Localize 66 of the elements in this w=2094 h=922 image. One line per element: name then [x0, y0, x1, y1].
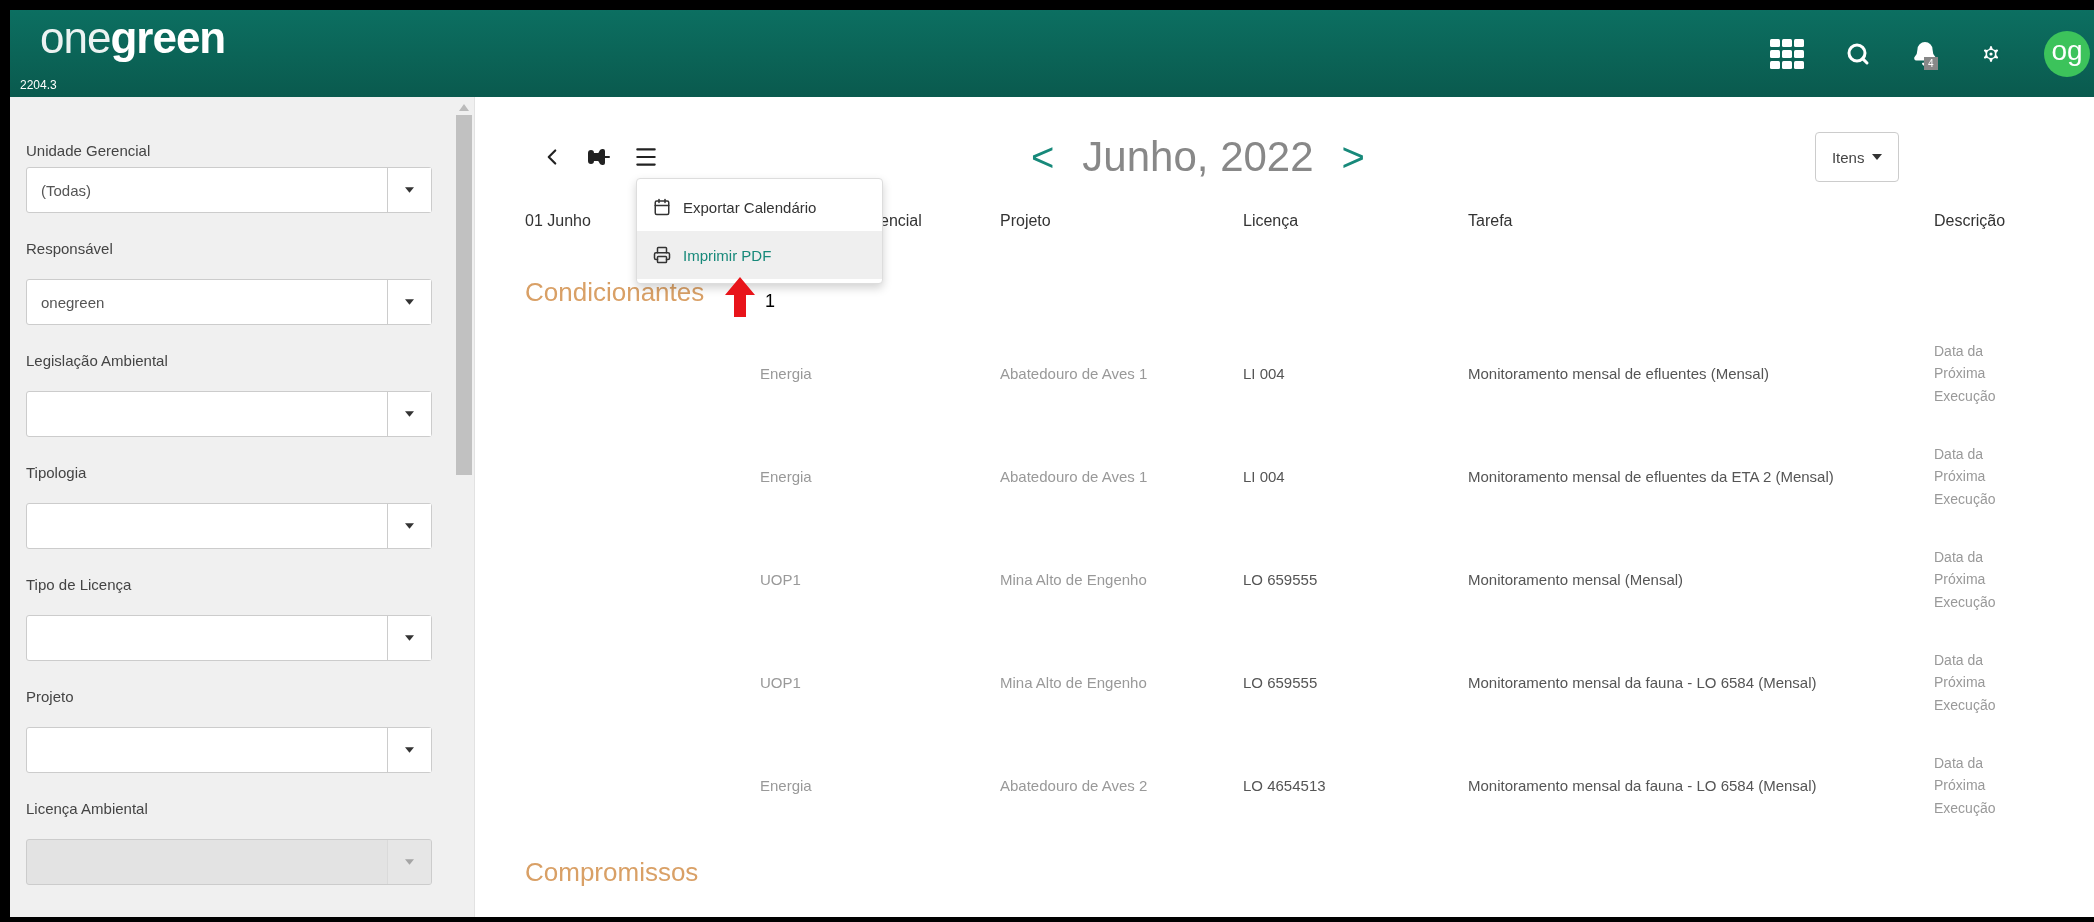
caret-icon — [387, 840, 431, 884]
table-cell-text: Abatedouro de Aves 2 — [1000, 775, 1149, 796]
filter-label: Legislação Ambiental — [26, 351, 169, 371]
table-cell-text: Monitoramento mensal (Mensal) — [1468, 569, 1685, 590]
table-cell-text: Data da Próxima Execução — [1934, 754, 1997, 818]
caret-icon — [387, 168, 431, 212]
filter-label: Responsável — [26, 239, 114, 259]
table-cell-text: Abatedouro de Aves 1 — [1000, 363, 1149, 384]
table-cell-text: Data da Próxima Execução — [1934, 651, 1997, 715]
table-cell-text: LI 004 — [1243, 363, 1286, 384]
caret-icon — [387, 616, 431, 660]
filter-label: Tipologia — [26, 463, 88, 483]
table-cell-text: Energia — [760, 363, 813, 384]
table-cell-text: Mina Alto de Engenho — [1000, 569, 1148, 590]
filter-dropdown[interactable]: (Todas) — [26, 167, 432, 213]
printer-icon — [653, 246, 671, 264]
filter-label: Unidade Gerencial — [26, 141, 152, 161]
caret-icon — [387, 504, 431, 548]
section-heading: Condicionantes — [525, 277, 705, 309]
table-cell-text: LO 4654513 — [1243, 775, 1327, 796]
table-cell-text: LO 659555 — [1243, 672, 1319, 693]
annotation-number: 1 — [765, 291, 775, 312]
table-cell-text: Monitoramento mensal de efluentes da ETA 2 (Mensal) — [1468, 466, 1835, 487]
menu-item[interactable]: Imprimir PDF — [637, 231, 882, 279]
scrollbar-thumb[interactable] — [456, 115, 472, 475]
menu-item-label: Exportar Calendário — [683, 198, 817, 216]
items-dropdown-button[interactable]: Itens — [1814, 132, 1900, 182]
section-heading: Compromissos — [525, 857, 699, 889]
table-cell-text: Monitoramento mensal da fauna - LO 6584 (Mensal) — [1468, 672, 1818, 693]
column-header: Projeto — [1000, 212, 1052, 230]
caret-icon — [1872, 154, 1883, 160]
version-label: 2204.3 — [20, 77, 58, 92]
apps-grid-icon[interactable] — [1770, 38, 1804, 69]
filter-label: Tipo de Licença — [26, 575, 133, 595]
table-cell-text: Energia — [760, 466, 813, 487]
table-cell-text: LO 659555 — [1243, 569, 1319, 590]
table-cell-text: UOP1 — [760, 569, 802, 590]
table-cell-text: Data da Próxima Execução — [1934, 445, 1997, 509]
table-cell-text: Data da Próxima Execução — [1934, 548, 1997, 612]
caret-icon — [387, 728, 431, 772]
app-logo: onegreen — [39, 15, 226, 60]
table-cell-text: Mina Alto de Engenho — [1000, 672, 1148, 693]
month-title: Junho, 2022 — [1082, 133, 1314, 181]
menu-item[interactable]: Exportar Calendário — [637, 183, 882, 231]
filter-label: Licença Ambiental — [26, 799, 149, 819]
column-header: 01 Junho — [525, 212, 592, 230]
table-cell-text: Energia — [760, 775, 813, 796]
caret-icon — [387, 280, 431, 324]
menu-item-label: Imprimir PDF — [683, 246, 772, 264]
table-cell-text: Monitoramento mensal de efluentes (Mensal) — [1468, 363, 1770, 384]
table-cell-text: LI 004 — [1243, 466, 1286, 487]
filter-label: Projeto — [26, 687, 75, 707]
table-cell-text: Monitoramento mensal da fauna - LO 6584 (Mensal) — [1468, 775, 1818, 796]
column-header: Tarefa — [1468, 212, 1514, 230]
table-cell-text: UOP1 — [760, 672, 802, 693]
table-cell-text: Abatedouro de Aves 1 — [1000, 466, 1149, 487]
filter-dropdown[interactable]: onegreen — [26, 279, 432, 325]
table-cell-text: Data da Próxima Execução — [1934, 342, 1997, 406]
caret-icon — [387, 392, 431, 436]
previous-month-link[interactable]: < — [1031, 134, 1055, 180]
next-month-link[interactable]: > — [1341, 134, 1365, 180]
calendar-icon — [653, 198, 671, 216]
column-header: Licença — [1243, 212, 1300, 230]
arrow-icon — [725, 277, 755, 317]
search-icon[interactable] — [1846, 41, 1870, 66]
column-header: Descrição — [1934, 212, 2007, 230]
